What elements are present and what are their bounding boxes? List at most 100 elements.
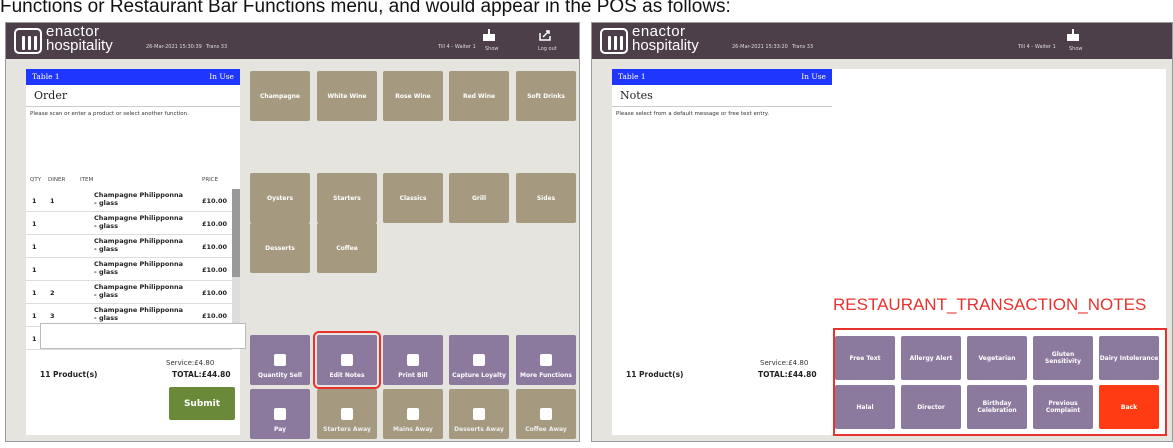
notes-hint: Please select from a default message or … [616,111,769,117]
button-label: Edit Notes [329,372,365,379]
function-mains-away[interactable]: Mains Away [383,389,443,439]
back-button[interactable]: Back [1099,385,1159,429]
button-label: Oysters [266,194,294,202]
function-coffee-away[interactable]: Coffee Away [516,389,576,439]
row-qty: 1 [32,220,37,228]
logo-line2: hospitality [46,37,113,54]
row-item: Champagne Philipponna [94,306,184,314]
app-header: enactor hospitality 26-Mar-2021 15:30:39… [6,23,579,59]
trans-number: Trans 33 [792,44,814,50]
row-item: Champagne Philipponna [94,237,184,245]
function-starters-away[interactable]: Starters Away [317,389,377,439]
enactor-logo: enactor hospitality [600,24,700,55]
row-item: Champagne Philipponna [94,191,184,199]
col-diner: DINER [48,177,66,183]
row-diner: 2 [50,289,55,297]
logo-line2: hospitality [632,37,699,54]
button-label: Quantity Sell [258,372,302,379]
button-label: Vegetarian [978,354,1016,362]
note-dairy-intolerance[interactable]: Dairy Intolerance [1099,336,1159,380]
note-free-text[interactable]: Free Text [835,336,895,380]
printer-icon [407,354,419,366]
annotation-label: RESTAURANT_TRANSACTION_NOTES [833,295,1147,314]
category-sides[interactable]: Sides [516,173,576,223]
table-row[interactable]: 1 Champagne Philipponna - glass £10.00 [26,212,232,235]
note-gluten-sensitivity[interactable]: Gluten Sensitivity [1033,336,1093,380]
category-champagne[interactable]: Champagne [250,71,310,121]
category-coffee[interactable]: Coffee [317,223,377,273]
order-title: Order [26,85,240,107]
table-row[interactable]: 1 Champagne Philipponna - glass £10.00 [26,235,232,258]
table-row[interactable]: 1 Champagne Philipponna - glass £10.00 [26,258,232,281]
row-item-size: - glass [94,291,118,299]
row-qty: 1 [32,312,37,320]
product-count: 11 Product(s) [40,370,98,379]
note-previous-complaint[interactable]: Previous Complaint [1033,385,1093,429]
scroll-thumb[interactable] [232,189,240,277]
row-item-size: - glass [94,199,118,207]
function-edit-notes[interactable]: Edit Notes [313,331,381,389]
category-starters[interactable]: Starters [317,173,377,223]
logout-label[interactable]: Log out [538,46,557,52]
row-item: Champagne Philipponna [94,214,184,222]
button-label: Starters [333,194,361,202]
starters-icon [341,408,353,420]
logout-icon[interactable] [538,29,552,41]
table-row[interactable]: 1 1 Champagne Philipponna - glass £10.00 [26,189,232,212]
function-pay[interactable]: Pay [250,389,310,439]
button-label: Coffee Away [525,426,567,433]
category-rose-wine[interactable]: Rose Wine [383,71,443,121]
note-allergy-alert[interactable]: Allergy Alert [901,336,961,380]
note-director[interactable]: Director [901,385,961,429]
function-quantity-sell[interactable]: Quantity Sell [250,335,310,385]
note-birthday-celebration[interactable]: Birthday Celebration [967,385,1027,429]
function-more-functions[interactable]: More Functions [516,335,576,385]
function-capture-loyalty[interactable]: Capture Loyalty [449,335,509,385]
row-item-size: - glass [94,222,118,230]
button-label: More Functions [520,372,572,379]
row-item-size: - glass [94,245,118,253]
row-qty: 1 [32,266,37,274]
table-bar: Table 1 In Use [26,69,240,85]
till-waiter: Till 4 - Waiter 1 [1018,44,1056,50]
till-waiter: Till 4 - Waiter 1 [438,44,476,50]
button-label: Sides [536,194,556,202]
category-desserts[interactable]: Desserts [250,223,310,273]
scan-input[interactable] [40,323,246,349]
row-item: Champagne Philipponna [94,283,184,291]
category-soft-drinks[interactable]: Soft Drinks [516,71,576,121]
button-label: Starters Away [323,426,371,433]
button-label: Birthday Celebration [977,400,1017,414]
table-row[interactable]: 1 2 Champagne Philipponna - glass £10.00 [26,281,232,304]
keyboard-icon[interactable] [1066,29,1080,41]
category-grill[interactable]: Grill [449,173,509,223]
function-desserts-away[interactable]: Desserts Away [449,389,509,439]
row-qty: 1 [32,289,37,297]
button-label: Grill [471,194,487,202]
note-vegetarian[interactable]: Vegetarian [967,336,1027,380]
row-qty: 1 [32,335,37,343]
function-print-bill[interactable]: Print Bill [383,335,443,385]
coffee-icon [540,408,552,420]
category-classics[interactable]: Classics [383,173,443,223]
notes-icon [341,354,353,366]
pos-order-screen: enactor hospitality 26-Mar-2021 15:30:39… [5,22,580,442]
logo-icon [600,28,628,54]
row-price: £10.00 [202,220,228,228]
col-qty: QTY [30,177,42,183]
submit-button[interactable]: Submit [169,387,235,420]
row-item-size: - glass [94,268,118,276]
category-red-wine[interactable]: Red Wine [449,71,509,121]
show-label[interactable]: Show [485,46,499,52]
button-label: Gluten Sensitivity [1045,351,1081,365]
keyboard-icon[interactable] [482,29,496,41]
button-label: Coffee [336,244,358,252]
category-white-wine[interactable]: White Wine [317,71,377,121]
show-label[interactable]: Show [1069,46,1083,52]
button-label: Dairy Intolerance [1099,354,1159,362]
note-halal[interactable]: Halal [835,385,895,429]
row-price: £10.00 [202,266,228,274]
datetime: 26-Mar-2021 15:30:39 [146,44,202,50]
plus-icon [274,354,286,366]
category-oysters[interactable]: Oysters [250,173,310,223]
